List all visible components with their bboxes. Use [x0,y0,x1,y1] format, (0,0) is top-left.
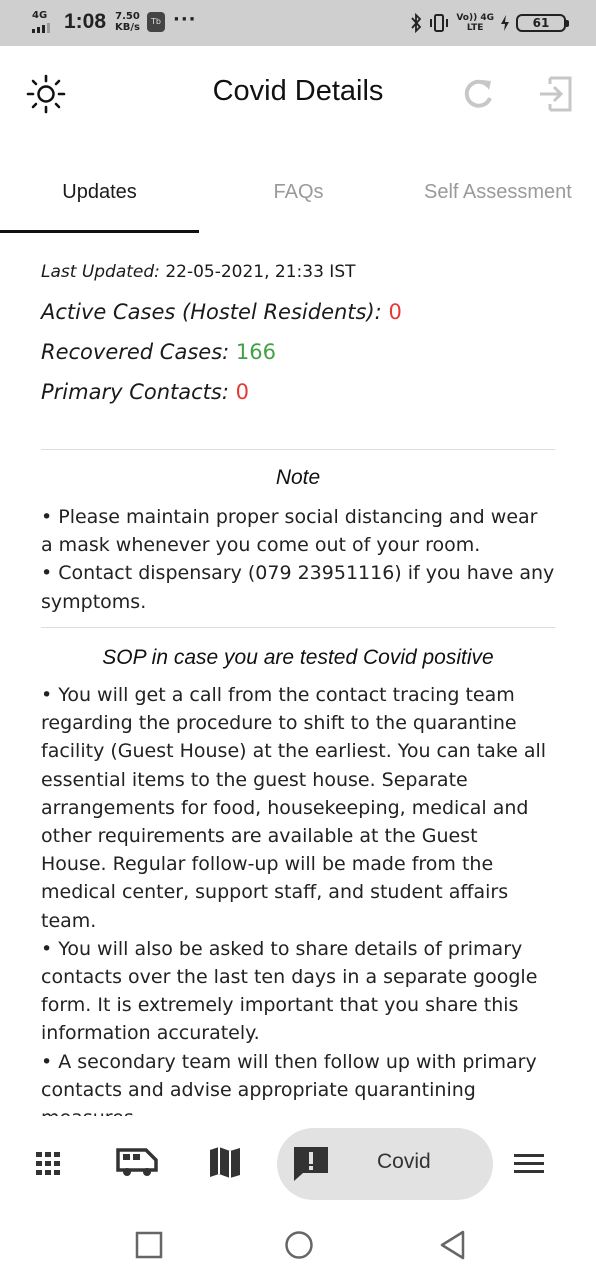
nav-item-covid[interactable]: Covid [277,1128,493,1200]
primary-contacts: Primary Contacts: 0 [41,380,249,404]
clock: 1:08 [64,10,107,33]
status-bar: 4G 1:08 7.50 KB/s Tb ··· Vo)) 4G LTE 61 [0,0,596,46]
notification-icon: Tb [147,12,165,32]
volte-indicator: Vo)) 4G LTE [456,13,494,33]
bus-icon[interactable] [116,1144,158,1184]
bluetooth-icon [411,13,422,33]
tab-faqs[interactable]: FAQs [199,152,398,234]
system-navigation [0,1212,596,1280]
last-updated-value: 22-05-2021, 21:33 IST [165,262,356,282]
page-title: Covid Details [212,75,384,107]
divider [41,449,555,450]
sop-text: • You will get a call from the contact t… [41,684,547,1116]
sop-title: SOP in case you are tested Covid positiv… [102,646,494,669]
active-tab-indicator [0,230,199,233]
exit-icon[interactable] [536,74,576,114]
nav-item-covid-label: Covid [377,1150,431,1173]
recents-icon[interactable] [132,1228,166,1262]
refresh-icon[interactable] [460,76,496,112]
note-text: • Please maintain proper social distanci… [41,506,555,613]
app-bar: Covid Details [0,46,596,142]
network-type: 4G [32,10,48,21]
charging-icon [501,15,509,31]
active-cases-value: 0 [388,300,402,324]
menu-icon[interactable] [512,1144,552,1184]
grid-icon[interactable] [34,1144,74,1184]
status-indicators: Vo)) 4G LTE 61 [410,10,569,36]
battery-icon: 61 [516,14,569,32]
tab-bar: Updates FAQs Self Assessment [0,152,596,234]
recovered-cases-value: 166 [235,340,277,364]
vibrate-icon [430,14,449,32]
updates-content: Last Updated: 22-05-2021, 21:33 IST Acti… [0,236,596,1116]
divider [41,627,555,628]
alert-icon [291,1144,331,1184]
bottom-navigation: Covid [0,1116,596,1212]
active-cases: Active Cases (Hostel Residents): 0 [41,300,402,324]
tab-self-assessment[interactable]: Self Assessment [398,152,596,234]
map-icon[interactable] [208,1144,248,1184]
primary-contacts-value: 0 [235,380,249,404]
last-updated: Last Updated: 22-05-2021, 21:33 IST [41,262,356,282]
tab-updates[interactable]: Updates [0,152,199,234]
note-title: Note [275,466,321,489]
net-speed: 7.50 KB/s [115,11,140,33]
recovered-cases: Recovered Cases: 166 [41,340,277,364]
back-icon[interactable] [436,1228,470,1262]
more-notifications-icon: ··· [173,9,197,30]
signal-icon [32,23,56,33]
home-icon[interactable] [282,1228,316,1262]
